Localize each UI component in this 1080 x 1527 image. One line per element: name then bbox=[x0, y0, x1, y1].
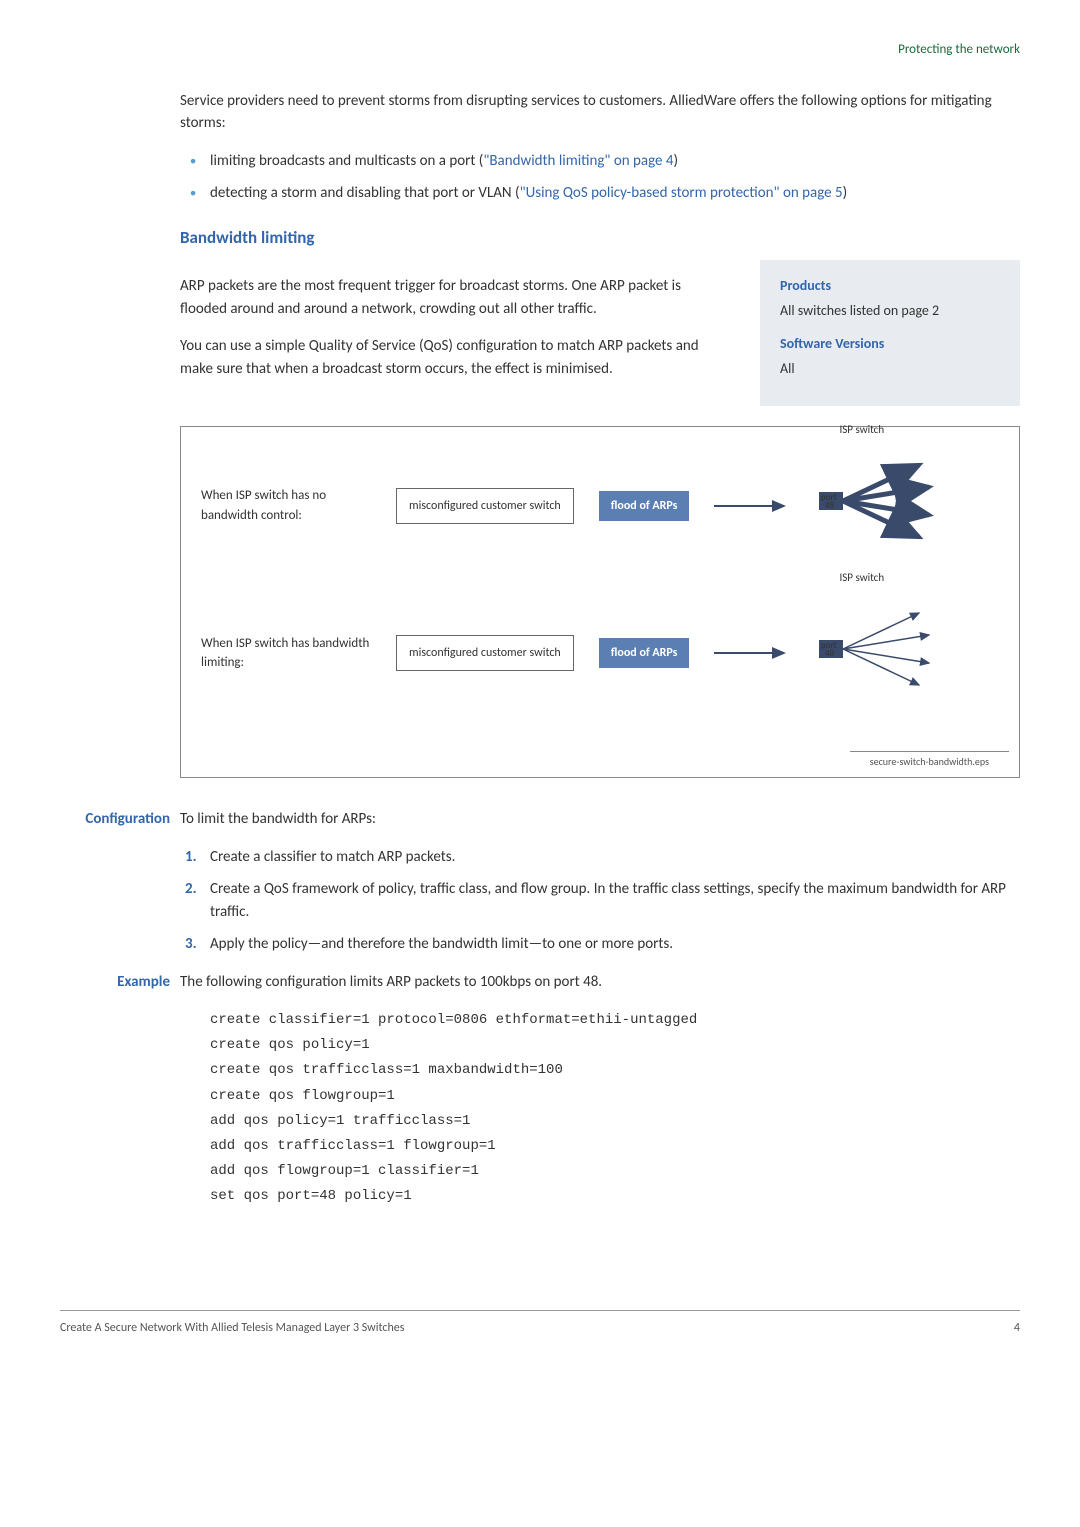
section-para-2: You can use a simple Quality of Service … bbox=[180, 335, 730, 380]
bullet-text-before: detecting a storm and disabling that por… bbox=[210, 184, 520, 202]
configuration-intro: To limit the bandwidth for ARPs: bbox=[180, 808, 1020, 831]
bullet-text-after: ) bbox=[673, 152, 678, 170]
example-code-block: create classifier=1 protocol=0806 ethfor… bbox=[210, 1008, 1020, 1210]
section-para-1: ARP packets are the most frequent trigge… bbox=[180, 275, 730, 320]
svg-text:48: 48 bbox=[825, 500, 835, 511]
example-intro: The following configuration limits ARP p… bbox=[180, 971, 1020, 994]
config-step: Apply the policy—and therefore the bandw… bbox=[180, 933, 1020, 956]
intro-paragraph: Service providers need to prevent storms… bbox=[180, 90, 1020, 135]
bullet-text-before: limiting broadcasts and multicasts on a … bbox=[210, 152, 483, 170]
infobox-products-text: All switches listed on page 2 bbox=[780, 300, 1000, 321]
bandwidth-limiting-link[interactable]: "Bandwidth limiting" on page 4 bbox=[483, 152, 673, 170]
infobox-versions-text: All bbox=[780, 358, 1000, 379]
page-section-header: Protecting the network bbox=[60, 40, 1020, 60]
customer-switch-box: misconfigured customer switch bbox=[396, 488, 574, 524]
diagram-filename: secure-switch-bandwidth.eps bbox=[850, 751, 1009, 771]
flood-arps-box: flood of ARPs bbox=[599, 491, 690, 521]
page-footer: Create A Secure Network With Allied Tele… bbox=[60, 1310, 1020, 1337]
products-infobox: Products All switches listed on page 2 S… bbox=[760, 260, 1020, 406]
configuration-steps: Create a classifier to match ARP packets… bbox=[180, 846, 1020, 956]
isp-switch-label: ISP switch bbox=[839, 570, 884, 587]
bullet-item: detecting a storm and disabling that por… bbox=[180, 182, 1020, 205]
isp-switch-label: ISP switch bbox=[839, 422, 884, 439]
bandwidth-limiting-heading: Bandwidth limiting bbox=[180, 225, 1020, 251]
configuration-label: Configuration bbox=[60, 808, 170, 831]
bullet-text-after: ) bbox=[843, 184, 848, 202]
arrow-to-isp-icon bbox=[714, 633, 794, 673]
infobox-products-title: Products bbox=[780, 275, 1000, 296]
diagram-row2-label: When ISP switch has bandwidth limiting: bbox=[201, 634, 371, 673]
isp-switch-limited-icon: port 48 bbox=[819, 605, 939, 695]
svg-text:48: 48 bbox=[825, 648, 835, 659]
infobox-versions-title: Software Versions bbox=[780, 333, 1000, 354]
isp-switch-burst-icon: port 48 bbox=[819, 457, 939, 547]
footer-page-number: 4 bbox=[1014, 1319, 1020, 1337]
flood-arps-box: flood of ARPs bbox=[599, 638, 690, 668]
qos-storm-protection-link[interactable]: "Using QoS policy-based storm protection… bbox=[520, 184, 843, 202]
config-step: Create a QoS framework of policy, traffi… bbox=[180, 878, 1020, 923]
footer-title: Create A Secure Network With Allied Tele… bbox=[60, 1319, 404, 1337]
diagram-row1-label: When ISP switch has no bandwidth control… bbox=[201, 486, 371, 525]
bullet-item: limiting broadcasts and multicasts on a … bbox=[180, 150, 1020, 173]
arrow-to-isp-icon bbox=[714, 486, 794, 526]
example-label: Example bbox=[60, 971, 170, 994]
config-step: Create a classifier to match ARP packets… bbox=[180, 846, 1020, 869]
bandwidth-diagram: When ISP switch has no bandwidth control… bbox=[180, 426, 1020, 778]
customer-switch-box: misconfigured customer switch bbox=[396, 635, 574, 671]
mitigation-bullets: limiting broadcasts and multicasts on a … bbox=[180, 150, 1020, 205]
